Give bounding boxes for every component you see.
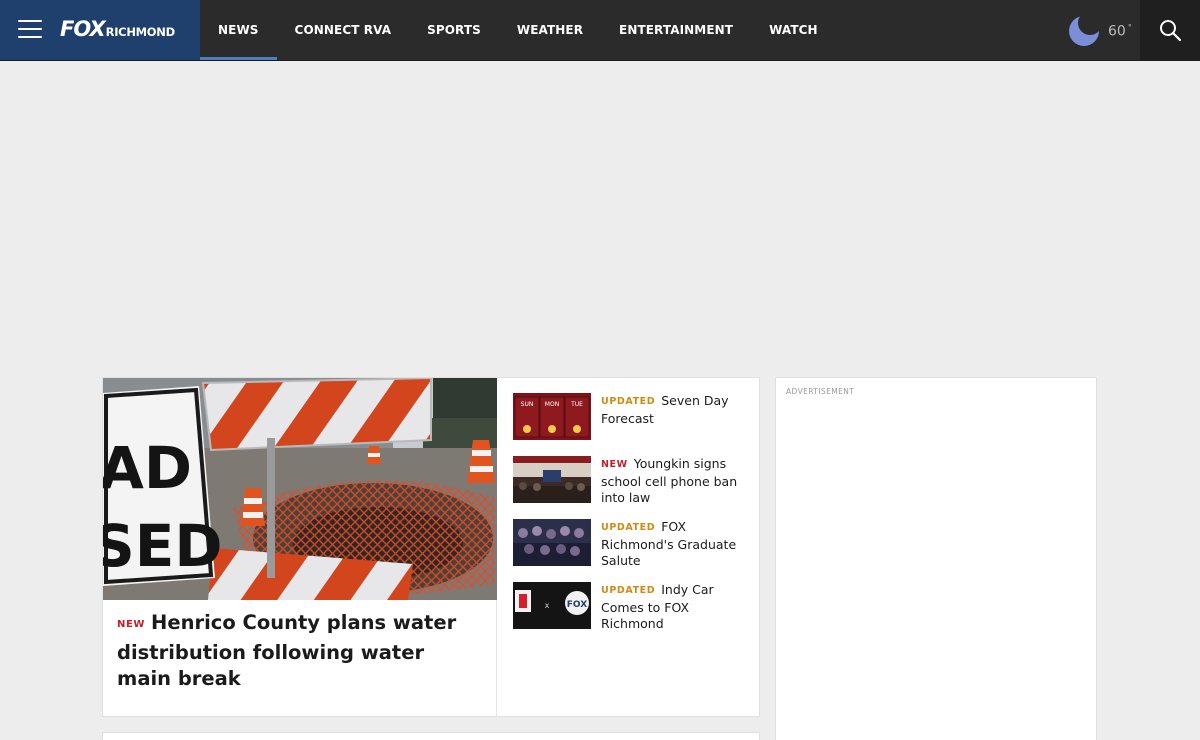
next-section-card: [102, 732, 760, 740]
advertisement-label: ADVERTISEMENT: [786, 387, 855, 396]
story-tag: UPDATED: [601, 522, 656, 533]
hero-headline[interactable]: NEW Henrico County plans water distributi…: [117, 610, 477, 692]
list-item[interactable]: x FOX UPDATED Indy Car Comes to FOX Richm…: [513, 582, 753, 645]
brand-block: FOX RICHMOND: [0, 0, 200, 60]
forecast-day-mon: MON: [545, 401, 559, 408]
forecast-thumb[interactable]: SUN MON TUE: [513, 393, 591, 440]
indycar-fox-thumb[interactable]: x FOX: [513, 582, 591, 629]
svg-text:SED: SED: [103, 512, 223, 580]
weather-temperature: 60 °: [1108, 22, 1132, 40]
story-headline[interactable]: UPDATED Seven Day Forecast: [601, 393, 751, 427]
list-item[interactable]: SUN MON TUE UPDATED Seven Day Forecast: [513, 393, 753, 456]
hero-image[interactable]: AD SED: [103, 378, 497, 600]
top-stories-card: AD SED NEW Henrico County plans water dis…: [102, 377, 760, 717]
bill-signing-thumb[interactable]: [513, 456, 591, 503]
site-logo[interactable]: FOX RICHMOND: [60, 17, 175, 43]
story-tag: UPDATED: [601, 396, 656, 407]
weather-widget[interactable]: 60 °: [1068, 13, 1132, 47]
hero-title-text: Henrico County plans water distribution …: [117, 611, 457, 690]
nav-item-news[interactable]: NEWS: [200, 0, 277, 60]
list-item[interactable]: UPDATED FOX Richmond's Graduate Salute: [513, 519, 753, 582]
indycar-fox-mark: FOX: [567, 600, 587, 610]
story-headline[interactable]: NEW Youngkin signs school cell phone ban …: [601, 456, 751, 506]
hamburger-menu-icon[interactable]: [18, 20, 42, 39]
advertisement-panel: ADVERTISEMENT: [775, 377, 1097, 740]
story-headline[interactable]: UPDATED FOX Richmond's Graduate Salute: [601, 519, 751, 569]
hero-story[interactable]: AD SED NEW Henrico County plans water dis…: [103, 378, 497, 717]
search-icon: [1160, 20, 1181, 41]
forecast-day-sun: SUN: [521, 401, 534, 408]
graduates-thumb[interactable]: [513, 519, 591, 566]
search-button[interactable]: [1140, 0, 1200, 60]
nav-item-weather[interactable]: WEATHER: [499, 0, 601, 60]
nav-item-entertainment[interactable]: ENTERTAINMENT: [601, 0, 751, 60]
nav-item-watch[interactable]: WATCH: [751, 0, 836, 60]
moon-icon: [1069, 16, 1099, 46]
story-headline[interactable]: UPDATED Indy Car Comes to FOX Richmond: [601, 582, 751, 632]
indycar-x-mark: x: [545, 601, 550, 610]
nav-item-sports[interactable]: SPORTS: [409, 0, 499, 60]
story-list: SUN MON TUE UPDATED Seven Day Forecast N…: [513, 393, 753, 645]
logo-fox-text: FOX: [60, 17, 106, 41]
svg-text:AD: AD: [103, 434, 192, 502]
main-nav: NEWS CONNECT RVA SPORTS WEATHER ENTERTAI…: [200, 0, 836, 60]
nav-item-connect-rva[interactable]: CONNECT RVA: [277, 0, 410, 60]
story-tag: UPDATED: [601, 585, 656, 596]
logo-city-text: RICHMOND: [105, 25, 176, 39]
forecast-day-tue: TUE: [570, 401, 583, 408]
story-tag: NEW: [601, 459, 628, 470]
site-header: FOX RICHMOND NEWS CONNECT RVA SPORTS WEA…: [0, 0, 1200, 61]
list-item[interactable]: NEW Youngkin signs school cell phone ban …: [513, 456, 753, 519]
hero-tag: NEW: [117, 619, 146, 630]
